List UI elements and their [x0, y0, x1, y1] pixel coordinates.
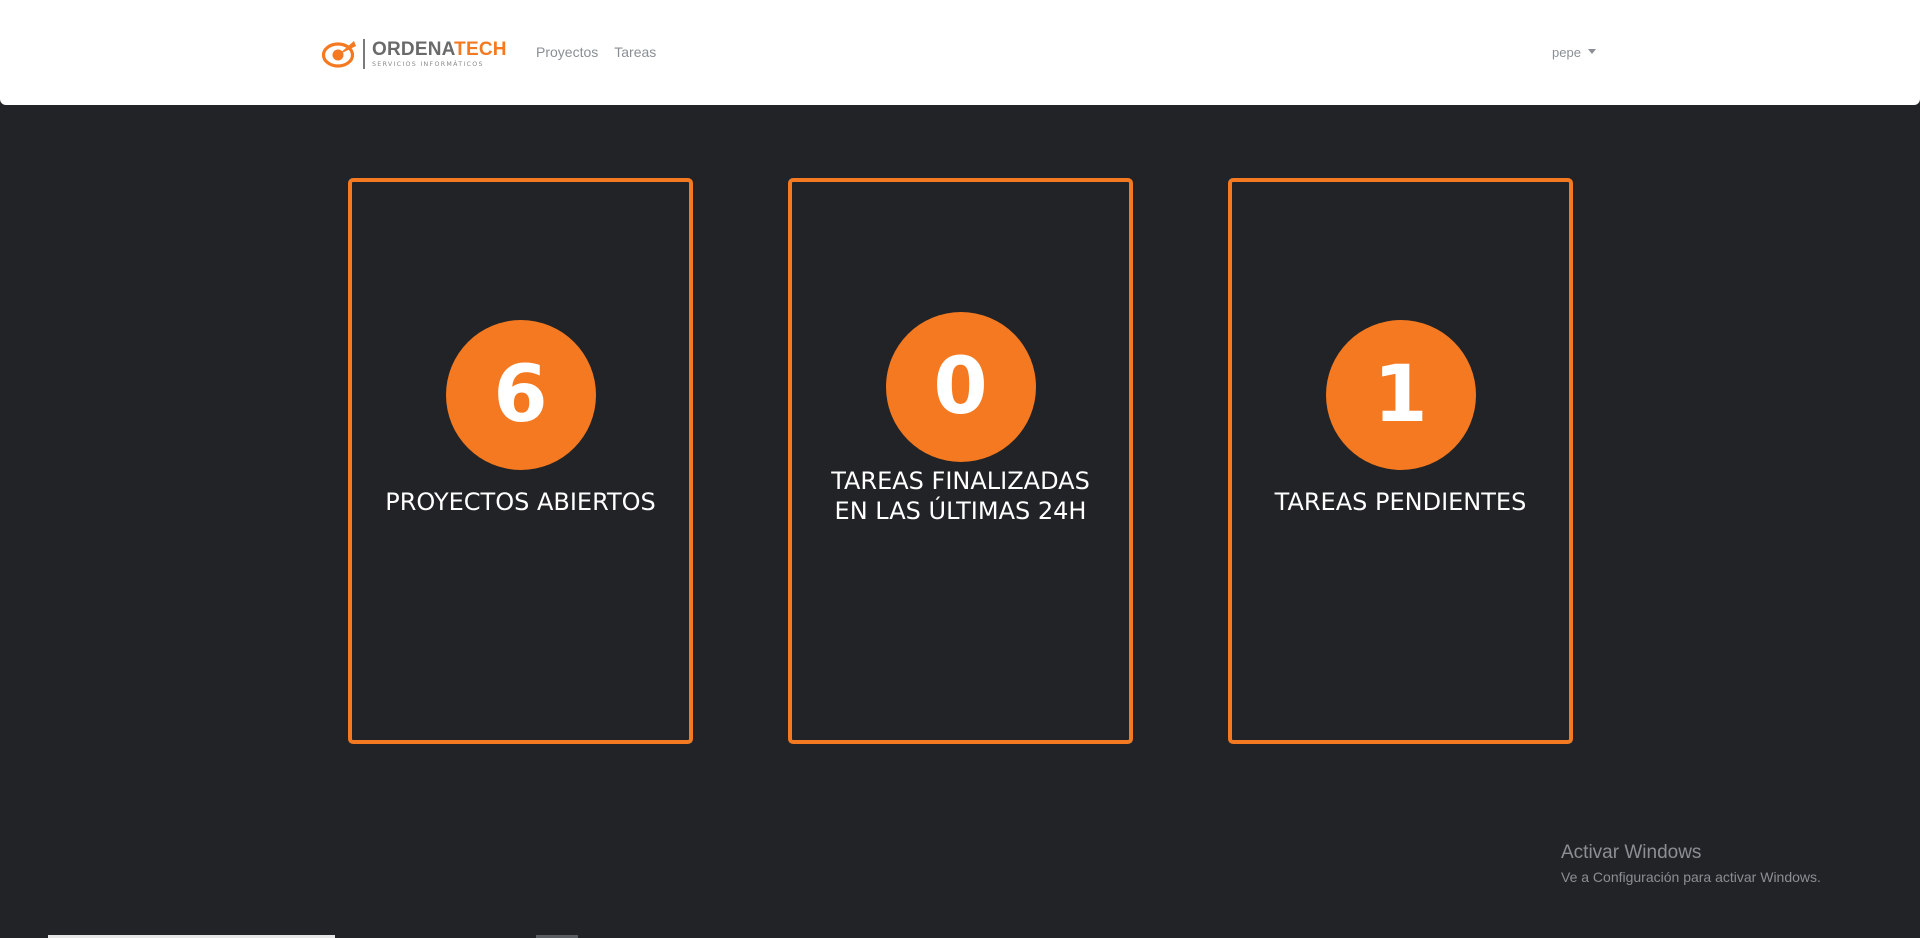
- stat-count-badge: 0: [885, 312, 1036, 462]
- brand-text: ORDENATECH SERVICIOS INFORMÁTICOS: [372, 40, 507, 68]
- user-dropdown-toggle[interactable]: pepe: [1552, 45, 1596, 60]
- watermark-title: Activar Windows: [1561, 842, 1702, 863]
- brand-name: ORDENATECH: [372, 40, 507, 59]
- stat-label: TAREAS PENDIENTES: [1274, 488, 1527, 516]
- brand-name-part1: ORDENA: [372, 38, 455, 60]
- stat-label: TAREAS FINALIZADAS EN LAS ÚLTIMAS 24H: [792, 466, 1129, 526]
- nav-link-tareas[interactable]: Tareas: [614, 44, 656, 60]
- brand-name-part2: TECH: [454, 38, 507, 60]
- stat-card-open-projects: 6 PROYECTOS ABIERTOS: [348, 178, 693, 744]
- windows-activation-watermark: Activar Windows Ve a Configuración para …: [1561, 842, 1821, 887]
- user-name: pepe: [1552, 45, 1581, 60]
- ordenatech-logo-icon: [321, 41, 356, 68]
- brand-tagline: SERVICIOS INFORMÁTICOS: [372, 60, 484, 68]
- nav-link-proyectos[interactable]: Proyectos: [536, 44, 598, 60]
- stat-label-line-1: TAREAS FINALIZADAS: [831, 467, 1090, 495]
- top-navbar: ORDENATECH SERVICIOS INFORMÁTICOS Proyec…: [0, 0, 1920, 105]
- watermark-subtitle: Ve a Configuración para activar Windows.: [1561, 869, 1821, 885]
- stat-card-finished-tasks: 0 TAREAS FINALIZADAS EN LAS ÚLTIMAS 24H: [788, 178, 1133, 744]
- stat-label-line-2: EN LAS ÚLTIMAS 24H: [834, 497, 1087, 525]
- brand-logo-link[interactable]: ORDENATECH SERVICIOS INFORMÁTICOS: [321, 37, 507, 71]
- stat-card-pending-tasks: 1 TAREAS PENDIENTES: [1228, 178, 1573, 744]
- stat-count-badge: 6: [445, 320, 596, 470]
- stat-count-badge: 1: [1325, 320, 1476, 470]
- nav-links: Proyectos Tareas: [536, 44, 656, 60]
- stat-label: PROYECTOS ABIERTOS: [385, 488, 656, 516]
- brand-divider: [363, 39, 365, 69]
- caret-down-icon: [1587, 49, 1596, 54]
